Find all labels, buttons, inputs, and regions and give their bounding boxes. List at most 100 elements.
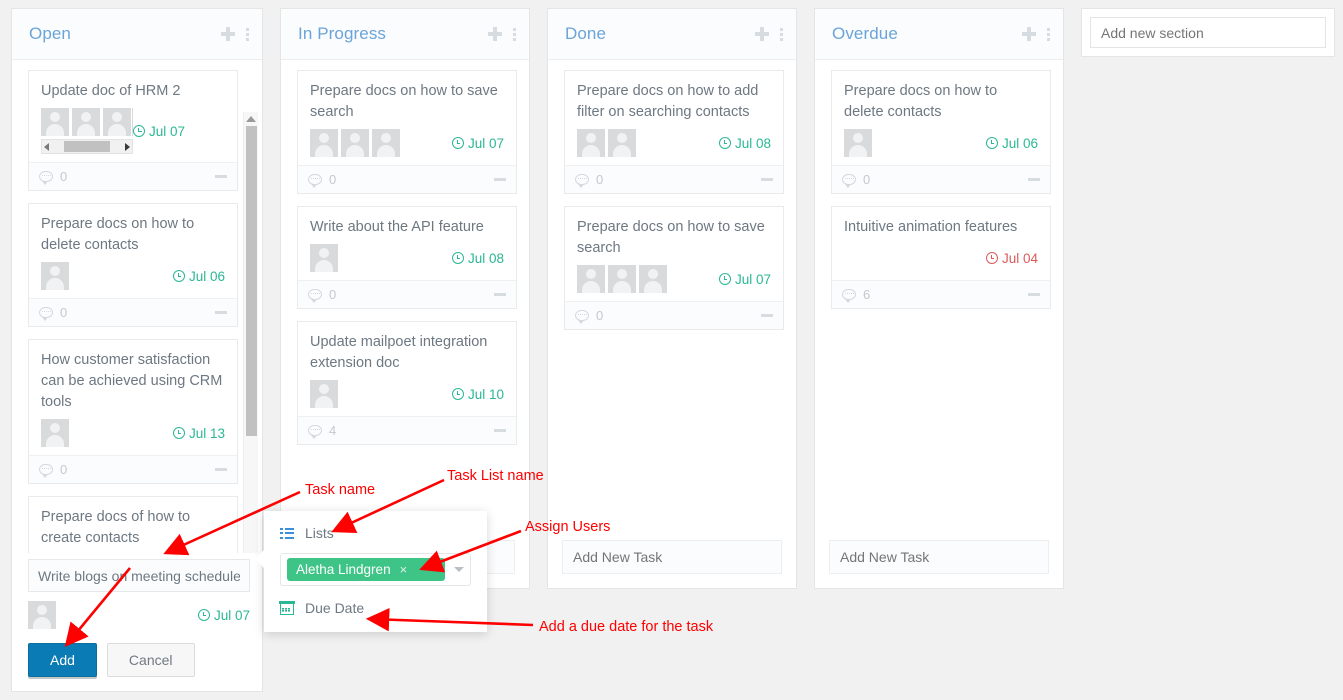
scrollbar-thumb[interactable] bbox=[64, 141, 110, 152]
card-due-date: Jul 06 bbox=[172, 269, 225, 284]
due-date-text: Jul 07 bbox=[213, 607, 250, 623]
chevron-down-icon[interactable] bbox=[454, 567, 464, 572]
add-new-section-input[interactable] bbox=[1090, 17, 1326, 48]
column-actions bbox=[1022, 27, 1051, 41]
user-tag[interactable]: Aletha Lindgren × bbox=[287, 558, 445, 581]
card-footer: 0 bbox=[565, 301, 783, 329]
add-new-task-input[interactable] bbox=[829, 540, 1049, 574]
avatar-group[interactable] bbox=[28, 601, 198, 629]
avatar-group bbox=[310, 244, 452, 272]
collapse-icon[interactable] bbox=[215, 468, 227, 471]
assign-users-select[interactable]: Aletha Lindgren × bbox=[280, 553, 471, 586]
comment-icon bbox=[308, 289, 322, 303]
card-meta: Jul 04 bbox=[844, 244, 1038, 274]
avatar-horizontal-scrollbar[interactable] bbox=[41, 139, 133, 154]
comment-count-text: 0 bbox=[60, 169, 68, 184]
comment-count[interactable]: 6 bbox=[842, 287, 1028, 303]
collapse-icon[interactable] bbox=[1028, 293, 1040, 296]
comment-count[interactable]: 0 bbox=[308, 287, 494, 303]
add-button[interactable]: Add bbox=[28, 643, 97, 677]
clock-icon bbox=[451, 252, 464, 264]
task-card[interactable]: Prepare docs on how to save search Jul 0… bbox=[564, 206, 784, 330]
comment-count-text: 0 bbox=[329, 287, 337, 302]
column-menu-icon[interactable] bbox=[1047, 27, 1051, 41]
card-footer: 0 bbox=[29, 162, 237, 190]
comment-count[interactable]: 0 bbox=[39, 305, 215, 321]
add-task-icon[interactable] bbox=[488, 27, 502, 41]
collapse-icon[interactable] bbox=[215, 175, 227, 178]
clock-icon bbox=[172, 427, 185, 439]
add-new-task-input[interactable] bbox=[562, 540, 782, 574]
column-menu-icon[interactable] bbox=[513, 27, 517, 41]
board-column-done: Done Prepare docs on how to add filter o… bbox=[547, 8, 797, 589]
comment-count-text: 0 bbox=[863, 172, 871, 187]
clock-icon bbox=[985, 137, 998, 149]
due-date-row[interactable]: Due Date bbox=[279, 600, 471, 616]
add-task-icon[interactable] bbox=[1022, 27, 1036, 41]
task-card[interactable]: Prepare docs of how to create contacts J… bbox=[28, 496, 238, 553]
add-task-icon[interactable] bbox=[221, 27, 235, 41]
collapse-icon[interactable] bbox=[494, 178, 506, 181]
comment-count-text: 0 bbox=[596, 172, 604, 187]
comment-count[interactable]: 4 bbox=[308, 423, 494, 439]
card-body: Update mailpoet integration extension do… bbox=[298, 322, 516, 416]
column-header: Overdue bbox=[815, 9, 1063, 60]
comment-count[interactable]: 0 bbox=[308, 172, 494, 188]
avatar-scroller[interactable] bbox=[41, 108, 133, 154]
task-card[interactable]: Prepare docs on how to save search Jul 0… bbox=[297, 70, 517, 194]
scroll-right-arrow-icon[interactable] bbox=[125, 142, 130, 151]
board-column-open: Open Update doc of HRM 2 Jul 07 0 Prepar… bbox=[11, 8, 263, 692]
card-footer: 6 bbox=[832, 280, 1050, 308]
avatar-group bbox=[844, 244, 986, 272]
collapse-icon[interactable] bbox=[494, 293, 506, 296]
scrollbar-thumb[interactable] bbox=[245, 126, 257, 436]
comment-count[interactable]: 0 bbox=[39, 169, 215, 185]
board-column-overdue: Overdue Prepare docs on how to delete co… bbox=[814, 8, 1064, 589]
collapse-icon[interactable] bbox=[761, 178, 773, 181]
cancel-button[interactable]: Cancel bbox=[106, 643, 195, 677]
task-card[interactable]: Update doc of HRM 2 Jul 07 0 bbox=[28, 70, 238, 191]
task-name-input[interactable] bbox=[28, 559, 250, 592]
card-body: Prepare docs on how to add filter on sea… bbox=[565, 71, 783, 165]
lists-row[interactable]: Lists bbox=[280, 525, 471, 541]
task-card[interactable]: Intuitive animation features Jul 04 6 bbox=[831, 206, 1051, 309]
add-task-icon[interactable] bbox=[755, 27, 769, 41]
column-actions bbox=[755, 27, 784, 41]
composer-due-date[interactable]: Jul 07 bbox=[197, 607, 250, 623]
task-card[interactable]: Prepare docs on how to delete contacts J… bbox=[831, 70, 1051, 194]
task-card[interactable]: Update mailpoet integration extension do… bbox=[297, 321, 517, 445]
comment-icon bbox=[842, 289, 856, 303]
scroll-up-arrow-icon[interactable] bbox=[246, 116, 256, 122]
column-menu-icon[interactable] bbox=[780, 27, 784, 41]
task-card[interactable]: Write about the API feature Jul 08 0 bbox=[297, 206, 517, 309]
comment-count[interactable]: 0 bbox=[842, 172, 1028, 188]
avatar bbox=[41, 108, 69, 136]
avatar[interactable] bbox=[28, 601, 56, 629]
collapse-icon[interactable] bbox=[494, 429, 506, 432]
card-due-date: Jul 10 bbox=[451, 387, 504, 402]
comment-count[interactable]: 0 bbox=[39, 462, 215, 478]
task-card[interactable]: Prepare docs on how to delete contacts J… bbox=[28, 203, 238, 327]
card-meta: Jul 07 bbox=[577, 265, 771, 295]
card-title: Prepare docs on how to add filter on sea… bbox=[577, 83, 759, 120]
task-card[interactable]: Prepare docs on how to add filter on sea… bbox=[564, 70, 784, 194]
collapse-icon[interactable] bbox=[1028, 178, 1040, 181]
comment-icon bbox=[842, 174, 856, 188]
task-card[interactable]: How customer satisfaction can be achieve… bbox=[28, 339, 238, 484]
column-vertical-scrollbar[interactable] bbox=[243, 112, 258, 553]
collapse-icon[interactable] bbox=[215, 311, 227, 314]
scroll-left-arrow-icon[interactable] bbox=[44, 142, 49, 151]
column-cards: Update doc of HRM 2 Jul 07 0 Prepare doc… bbox=[12, 60, 262, 553]
column-cards: Prepare docs on how to add filter on sea… bbox=[548, 60, 796, 540]
comment-count[interactable]: 0 bbox=[575, 172, 761, 188]
clock-icon bbox=[172, 270, 185, 282]
remove-user-icon[interactable]: × bbox=[400, 562, 408, 577]
clock-icon bbox=[718, 137, 731, 149]
comment-count[interactable]: 0 bbox=[575, 308, 761, 324]
column-menu-icon[interactable] bbox=[246, 27, 250, 41]
card-title: Prepare docs on how to save search bbox=[577, 219, 765, 256]
avatar bbox=[310, 129, 338, 157]
collapse-icon[interactable] bbox=[761, 314, 773, 317]
new-task-composer: Jul 07 Add Cancel bbox=[12, 553, 262, 691]
card-title: Intuitive animation features bbox=[844, 219, 1018, 235]
